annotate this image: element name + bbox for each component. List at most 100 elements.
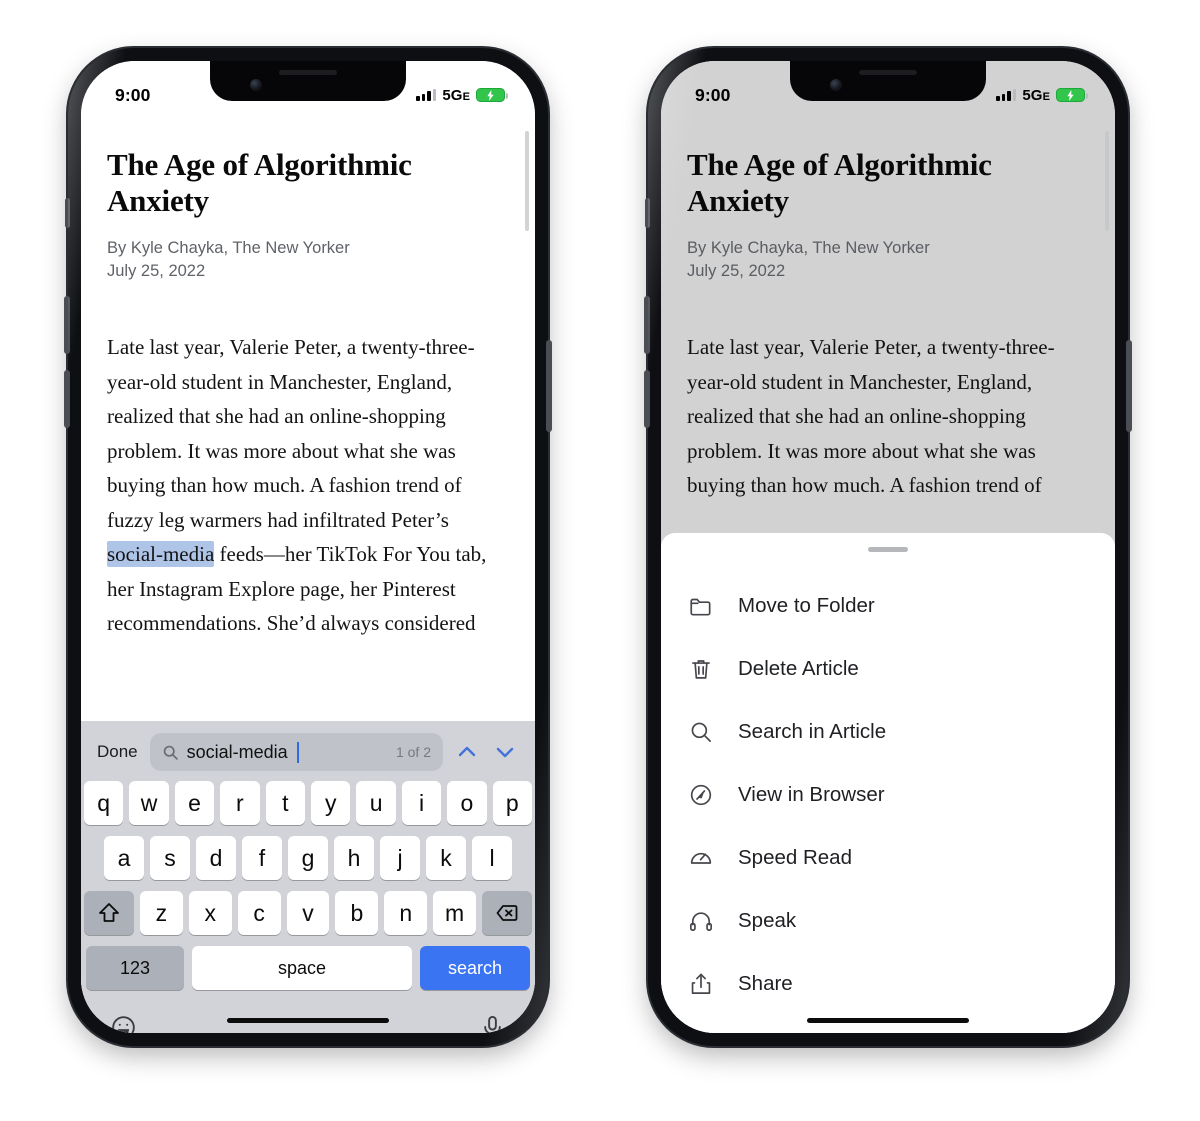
sheet-item-search-in-article[interactable]: Search in Article	[661, 700, 1115, 763]
backspace-key[interactable]	[482, 891, 532, 935]
search-match-highlight: social-media	[107, 541, 215, 568]
magnifier-icon	[687, 718, 714, 745]
notch	[210, 61, 406, 101]
action-sheet-items: Move to Folder Delete Article Search in Ar…	[661, 574, 1115, 1015]
article-title: The Age of Algorithmic Anxiety	[107, 147, 412, 218]
key-z[interactable]: z	[140, 891, 183, 935]
network-label: 5GE	[1022, 86, 1050, 104]
home-indicator[interactable]	[227, 1017, 389, 1023]
key-r[interactable]: r	[220, 781, 260, 825]
onscreen-keyboard: qwertyuiop asdfghjkl zxcvbnm 123 space s…	[81, 779, 535, 1033]
battery-charging-icon	[1056, 87, 1088, 103]
speedometer-icon	[687, 844, 714, 871]
scroll-indicator[interactable]	[525, 131, 529, 231]
sheet-item-view-in-browser[interactable]: View in Browser	[661, 763, 1115, 826]
volume-up-button[interactable]	[64, 296, 70, 354]
key-h[interactable]: h	[334, 836, 374, 880]
key-q[interactable]: q	[83, 781, 124, 825]
article-body: Late last year, Valerie Peter, a twenty-…	[107, 330, 509, 641]
numeric-key[interactable]: 123	[86, 946, 184, 990]
earpiece-speaker	[859, 70, 917, 75]
keyboard-letters-3: zxcvbnm	[140, 891, 477, 935]
key-f[interactable]: f	[242, 836, 282, 880]
match-navigation	[455, 740, 519, 764]
key-e[interactable]: e	[174, 781, 215, 825]
key-i[interactable]: i	[401, 781, 442, 825]
sheet-item-label: View in Browser	[738, 782, 885, 806]
home-indicator[interactable]	[807, 1017, 969, 1023]
key-w[interactable]: w	[129, 781, 169, 825]
article-byline: By Kyle Chayka, The New Yorker July 25, …	[107, 237, 509, 283]
key-d[interactable]: d	[196, 836, 236, 880]
sheet-item-speed-read[interactable]: Speed Read	[661, 826, 1115, 889]
signal-bars-icon	[416, 89, 437, 101]
key-n[interactable]: n	[384, 891, 428, 935]
magnifier-icon	[163, 745, 178, 760]
volume-up-button[interactable]	[644, 296, 650, 354]
sheet-item-label: Delete Article	[738, 656, 859, 680]
text-caret	[296, 741, 299, 763]
share-upload-icon	[687, 970, 714, 997]
key-v[interactable]: v	[286, 891, 330, 935]
battery-charging-icon	[476, 87, 508, 103]
power-button[interactable]	[546, 340, 552, 432]
keyboard-row-2: asdfghjkl	[84, 836, 532, 880]
power-button[interactable]	[1126, 340, 1132, 432]
search-input[interactable]: social-media 1 of 2	[149, 733, 443, 771]
silent-switch[interactable]	[645, 198, 650, 228]
key-c[interactable]: c	[237, 891, 281, 935]
emoji-smiley-icon[interactable]	[110, 1014, 137, 1034]
shift-key[interactable]	[84, 891, 134, 935]
silent-switch[interactable]	[65, 198, 70, 228]
signal-bars-icon	[996, 89, 1017, 101]
network-label: 5GE	[442, 86, 470, 104]
key-o[interactable]: o	[447, 781, 487, 825]
status-time: 9:00	[695, 84, 731, 105]
key-y[interactable]: y	[311, 781, 351, 825]
sheet-grabber[interactable]	[868, 547, 908, 552]
earpiece-speaker	[279, 70, 337, 75]
search-return-key[interactable]: search	[420, 946, 530, 990]
key-l[interactable]: l	[472, 836, 512, 880]
sheet-item-label: Search in Article	[738, 719, 887, 743]
search-input-value: social-media	[186, 741, 288, 762]
sheet-item-delete-article[interactable]: Delete Article	[661, 637, 1115, 700]
sheet-item-share[interactable]: Share	[661, 952, 1115, 1015]
status-indicators: 5GE	[416, 86, 508, 104]
sheet-item-move-to-folder[interactable]: Move to Folder	[661, 574, 1115, 637]
volume-down-button[interactable]	[64, 370, 70, 428]
match-count-label: 1 of 2	[395, 744, 431, 760]
key-b[interactable]: b	[335, 891, 379, 935]
chevron-down-icon[interactable]	[493, 740, 517, 764]
microphone-icon[interactable]	[479, 1014, 506, 1034]
article-author: By Kyle Chayka, The New Yorker	[107, 238, 350, 257]
notch	[790, 61, 986, 101]
find-bar-panel: Done social-media 1 of 2 qwertyuiop a s …	[81, 721, 535, 1033]
phone-right-actions: 9:00 5GE The Age of Algorithmic Anxiety …	[644, 48, 1132, 1046]
key-m[interactable]: m	[433, 891, 477, 935]
key-a[interactable]: a	[104, 836, 144, 880]
key-s[interactable]: s	[150, 836, 190, 880]
headphones-icon	[687, 907, 714, 934]
key-j[interactable]: j	[380, 836, 420, 880]
done-button[interactable]: Done	[97, 742, 138, 762]
sheet-item-label: Speak	[738, 908, 797, 932]
shift-arrow-icon	[99, 903, 119, 922]
sheet-item-speak[interactable]: Speak	[661, 889, 1115, 952]
backspace-icon	[496, 905, 518, 921]
sheet-item-label: Share	[738, 971, 793, 995]
article-date: July 25, 2022	[107, 261, 206, 280]
key-p[interactable]: p	[492, 781, 533, 825]
keyboard-row-4: 123 space search	[84, 946, 532, 990]
sheet-item-label: Move to Folder	[738, 593, 875, 617]
chevron-up-icon[interactable]	[455, 740, 479, 764]
trash-icon	[687, 655, 714, 682]
key-k[interactable]: k	[426, 836, 466, 880]
key-t[interactable]: t	[265, 781, 305, 825]
key-u[interactable]: u	[356, 781, 396, 825]
find-row: Done social-media 1 of 2	[81, 721, 535, 779]
key-x[interactable]: x	[188, 891, 232, 935]
space-key[interactable]: space	[192, 946, 412, 990]
key-g[interactable]: g	[288, 836, 328, 880]
volume-down-button[interactable]	[644, 370, 650, 428]
